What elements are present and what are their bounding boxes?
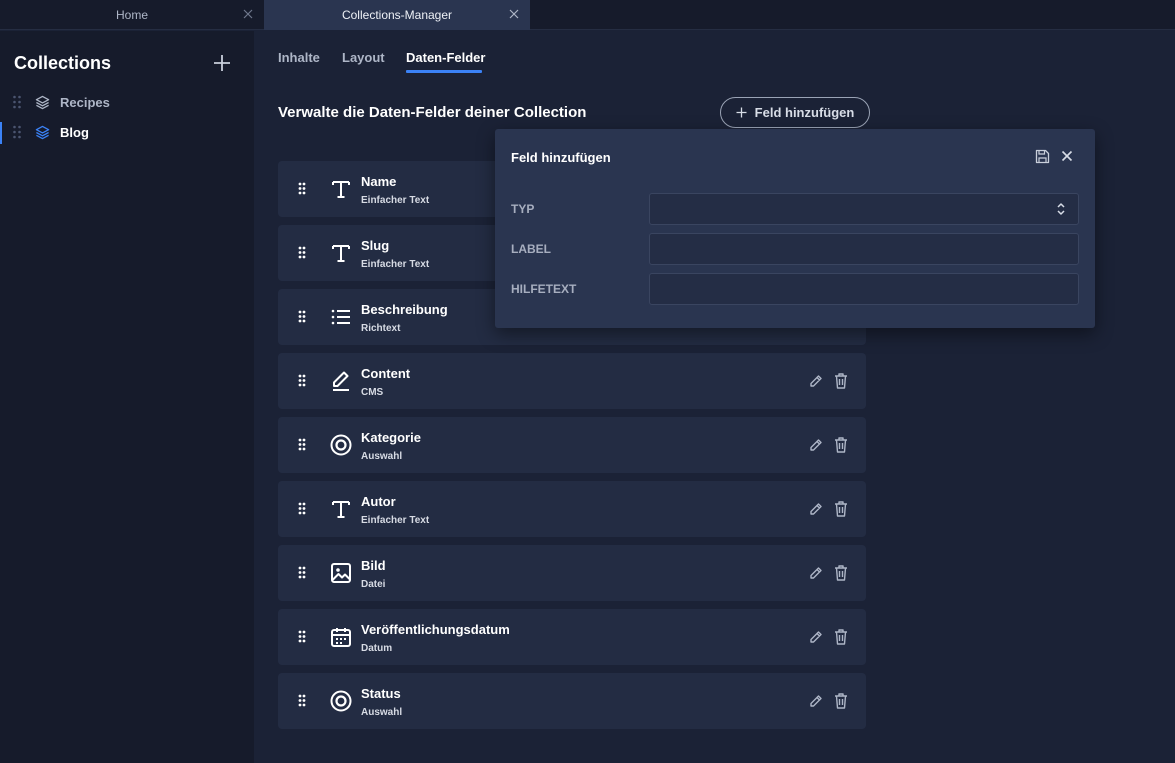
sidebar-title: Collections <box>14 53 112 73</box>
typ-select[interactable] <box>649 193 1079 225</box>
popup-title: Feld hinzufügen <box>511 150 611 165</box>
chevron-up-down-icon <box>1057 203 1065 215</box>
trash-icon[interactable] <box>833 564 849 582</box>
field-name: Kategorie <box>361 430 421 445</box>
window-tab-collections-manager[interactable]: Collections-Manager <box>264 0 530 30</box>
field-type: Einfacher Text <box>361 259 430 270</box>
trash-icon[interactable] <box>833 628 849 646</box>
text-icon <box>332 181 350 198</box>
edit-icon[interactable] <box>808 437 824 453</box>
field-name: Name <box>361 174 397 189</box>
window-tab-home[interactable]: Home <box>0 0 264 30</box>
close-icon[interactable] <box>241 7 255 21</box>
plus-icon <box>736 107 747 118</box>
edit-icon[interactable] <box>808 501 824 517</box>
trash-icon[interactable] <box>833 500 849 518</box>
drag-handle-icon[interactable] <box>298 566 306 579</box>
drag-handle-icon[interactable] <box>12 125 22 139</box>
plus-icon[interactable] <box>212 53 232 73</box>
window-tab-label: Collections-Manager <box>341 8 453 22</box>
sidebar-item-label: Blog <box>60 125 89 140</box>
close-icon[interactable] <box>507 7 521 21</box>
drag-handle-icon[interactable] <box>298 438 306 451</box>
text-icon <box>332 501 350 518</box>
tab-daten-felder[interactable]: Daten-Felder <box>406 50 485 73</box>
field-row-bild[interactable]: Bild Datei <box>278 545 866 601</box>
sidebar-item-recipes[interactable]: Recipes <box>0 88 254 116</box>
sidebar-item-label: Recipes <box>60 95 110 110</box>
sidebar: Collections Recipes Blog <box>0 31 254 763</box>
field-name: Beschreibung <box>361 302 448 317</box>
window-tab-bar: Home Collections-Manager <box>0 0 1175 30</box>
field-type: Datei <box>361 579 386 590</box>
field-name: Content <box>361 366 411 381</box>
drag-handle-icon[interactable] <box>298 182 306 195</box>
drag-handle-icon[interactable] <box>298 310 306 323</box>
field-type: Auswahl <box>361 451 403 462</box>
calendar-icon <box>331 628 351 647</box>
hilfetext-input[interactable] <box>649 273 1079 305</box>
drag-handle-icon[interactable] <box>298 630 306 643</box>
hilfetext-label: HILFETEXT <box>511 282 577 296</box>
tab-layout[interactable]: Layout <box>342 50 385 65</box>
field-type: Auswahl <box>361 707 403 718</box>
field-name: Veröffentlichungsdatum <box>361 622 510 637</box>
add-field-button-label: Feld hinzufügen <box>754 105 855 120</box>
trash-icon[interactable] <box>833 436 849 454</box>
close-icon[interactable] <box>1060 149 1074 163</box>
label-label: LABEL <box>511 242 551 256</box>
layers-icon <box>35 125 50 140</box>
field-row-veroeffentlichungsdatum[interactable]: Veröffentlichungsdatum Datum <box>278 609 866 665</box>
window-tab-label: Home <box>115 8 148 22</box>
field-name: Autor <box>361 494 396 509</box>
edit-icon[interactable] <box>808 693 824 709</box>
image-icon <box>331 563 351 583</box>
trash-icon[interactable] <box>833 372 849 390</box>
field-type: Datum <box>361 643 393 654</box>
field-type: Einfacher Text <box>361 195 430 206</box>
field-name: Bild <box>361 558 386 573</box>
sidebar-item-blog[interactable]: Blog <box>0 118 254 146</box>
pen-icon <box>333 371 349 391</box>
label-input[interactable] <box>649 233 1079 265</box>
field-type: Richtext <box>361 323 401 334</box>
edit-icon[interactable] <box>808 565 824 581</box>
text-icon <box>332 245 350 262</box>
tab-inhalte[interactable]: Inhalte <box>278 50 320 65</box>
radio-target-icon <box>330 434 352 456</box>
layers-icon <box>35 95 50 110</box>
add-field-popup: Feld hinzufügen TYP LABEL HILFETEXT <box>495 129 1095 328</box>
field-type: CMS <box>361 387 384 398</box>
field-row-kategorie[interactable]: Kategorie Auswahl <box>278 417 866 473</box>
radio-target-icon <box>330 690 352 712</box>
field-row-status[interactable]: Status Auswahl <box>278 673 866 729</box>
edit-icon[interactable] <box>808 373 824 389</box>
drag-handle-icon[interactable] <box>298 246 306 259</box>
drag-handle-icon[interactable] <box>298 374 306 387</box>
save-icon[interactable] <box>1035 149 1050 164</box>
drag-handle-icon[interactable] <box>12 95 22 109</box>
drag-handle-icon[interactable] <box>298 694 306 707</box>
typ-label: TYP <box>511 202 535 216</box>
trash-icon[interactable] <box>833 692 849 710</box>
field-row-autor[interactable]: Autor Einfacher Text <box>278 481 866 537</box>
field-type: Einfacher Text <box>361 515 430 526</box>
field-name: Status <box>361 686 401 701</box>
add-field-button[interactable]: Feld hinzufügen <box>720 97 870 128</box>
edit-icon[interactable] <box>808 629 824 645</box>
drag-handle-icon[interactable] <box>298 502 306 515</box>
page-title: Verwalte die Daten-Felder deiner Collect… <box>278 104 587 121</box>
list-icon <box>331 309 350 325</box>
field-row-content[interactable]: Content CMS <box>278 353 866 409</box>
field-name: Slug <box>361 238 390 253</box>
